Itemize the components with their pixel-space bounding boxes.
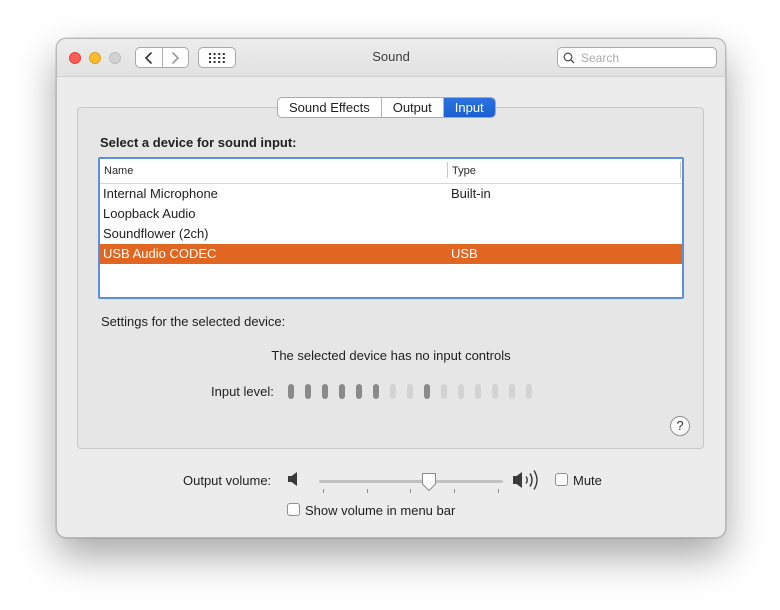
search-field[interactable] (557, 47, 717, 68)
table-row[interactable]: Internal Microphone Built-in (100, 184, 682, 204)
input-level-bar (424, 384, 430, 399)
device-type: Built-in (451, 186, 491, 201)
tab-sound-effects[interactable]: Sound Effects (278, 98, 381, 117)
slider-tick (498, 489, 499, 493)
column-divider[interactable] (447, 162, 448, 178)
input-level-bar (475, 384, 481, 399)
input-level-bar (492, 384, 498, 399)
device-settings-label: Settings for the selected device: (101, 314, 286, 329)
slider-tick (323, 489, 324, 493)
speaker-high-icon (513, 470, 538, 490)
input-level-bar (407, 384, 413, 399)
magnifier-icon (563, 52, 575, 63)
device-name: USB Audio CODEC (103, 246, 217, 261)
title-bar: Sound (57, 39, 725, 77)
table-header: Name Type (100, 159, 682, 184)
column-header-type[interactable]: Type (452, 165, 476, 177)
input-level-label: Input level: (211, 384, 274, 399)
tab-input[interactable]: Input (442, 98, 495, 117)
slider-track (319, 480, 503, 483)
mute-label[interactable]: Mute (573, 473, 602, 488)
search-input[interactable] (579, 49, 713, 66)
input-level-bar (288, 384, 294, 399)
input-level-bar (305, 384, 311, 399)
tab-output[interactable]: Output (380, 98, 443, 117)
device-type: USB (451, 246, 478, 261)
input-level-bar (322, 384, 328, 399)
mute-checkbox[interactable] (555, 473, 568, 486)
table-row[interactable]: Soundflower (2ch) (100, 224, 682, 244)
tab-bar: Sound Effects Output Input (277, 97, 496, 118)
output-volume-label: Output volume: (183, 473, 272, 488)
sound-preferences-window: Sound Sound Effects Output Input Select … (56, 38, 726, 538)
help-button[interactable]: ? (670, 416, 690, 436)
speaker-low-icon (288, 472, 297, 486)
slider-tick (367, 489, 368, 493)
slider-thumb[interactable] (421, 472, 437, 492)
slider-tick (410, 489, 411, 493)
input-level-bar (458, 384, 464, 399)
input-level-bar (390, 384, 396, 399)
input-device-table[interactable]: Name Type Internal Microphone Built-in L… (98, 157, 684, 299)
column-header-name[interactable]: Name (104, 165, 133, 177)
input-level-meter (288, 384, 543, 400)
input-level-bar (373, 384, 379, 399)
slider-tick (454, 489, 455, 493)
select-device-heading: Select a device for sound input: (100, 135, 297, 150)
input-level-bar (356, 384, 362, 399)
input-level-bar (509, 384, 515, 399)
input-level-bar (339, 384, 345, 399)
no-input-controls-message: The selected device has no input control… (271, 348, 511, 363)
device-name: Internal Microphone (103, 186, 218, 201)
input-level-bar (526, 384, 532, 399)
column-divider[interactable] (680, 162, 681, 178)
device-name: Soundflower (2ch) (103, 226, 209, 241)
device-name: Loopback Audio (103, 206, 196, 221)
show-volume-in-menu-bar-checkbox[interactable] (287, 503, 300, 516)
input-level-bar (441, 384, 447, 399)
show-volume-in-menu-bar-label[interactable]: Show volume in menu bar (305, 503, 455, 518)
output-volume-slider[interactable] (319, 472, 503, 494)
table-row-selected[interactable]: USB Audio CODEC USB (100, 244, 682, 264)
table-row[interactable]: Loopback Audio (100, 204, 682, 224)
